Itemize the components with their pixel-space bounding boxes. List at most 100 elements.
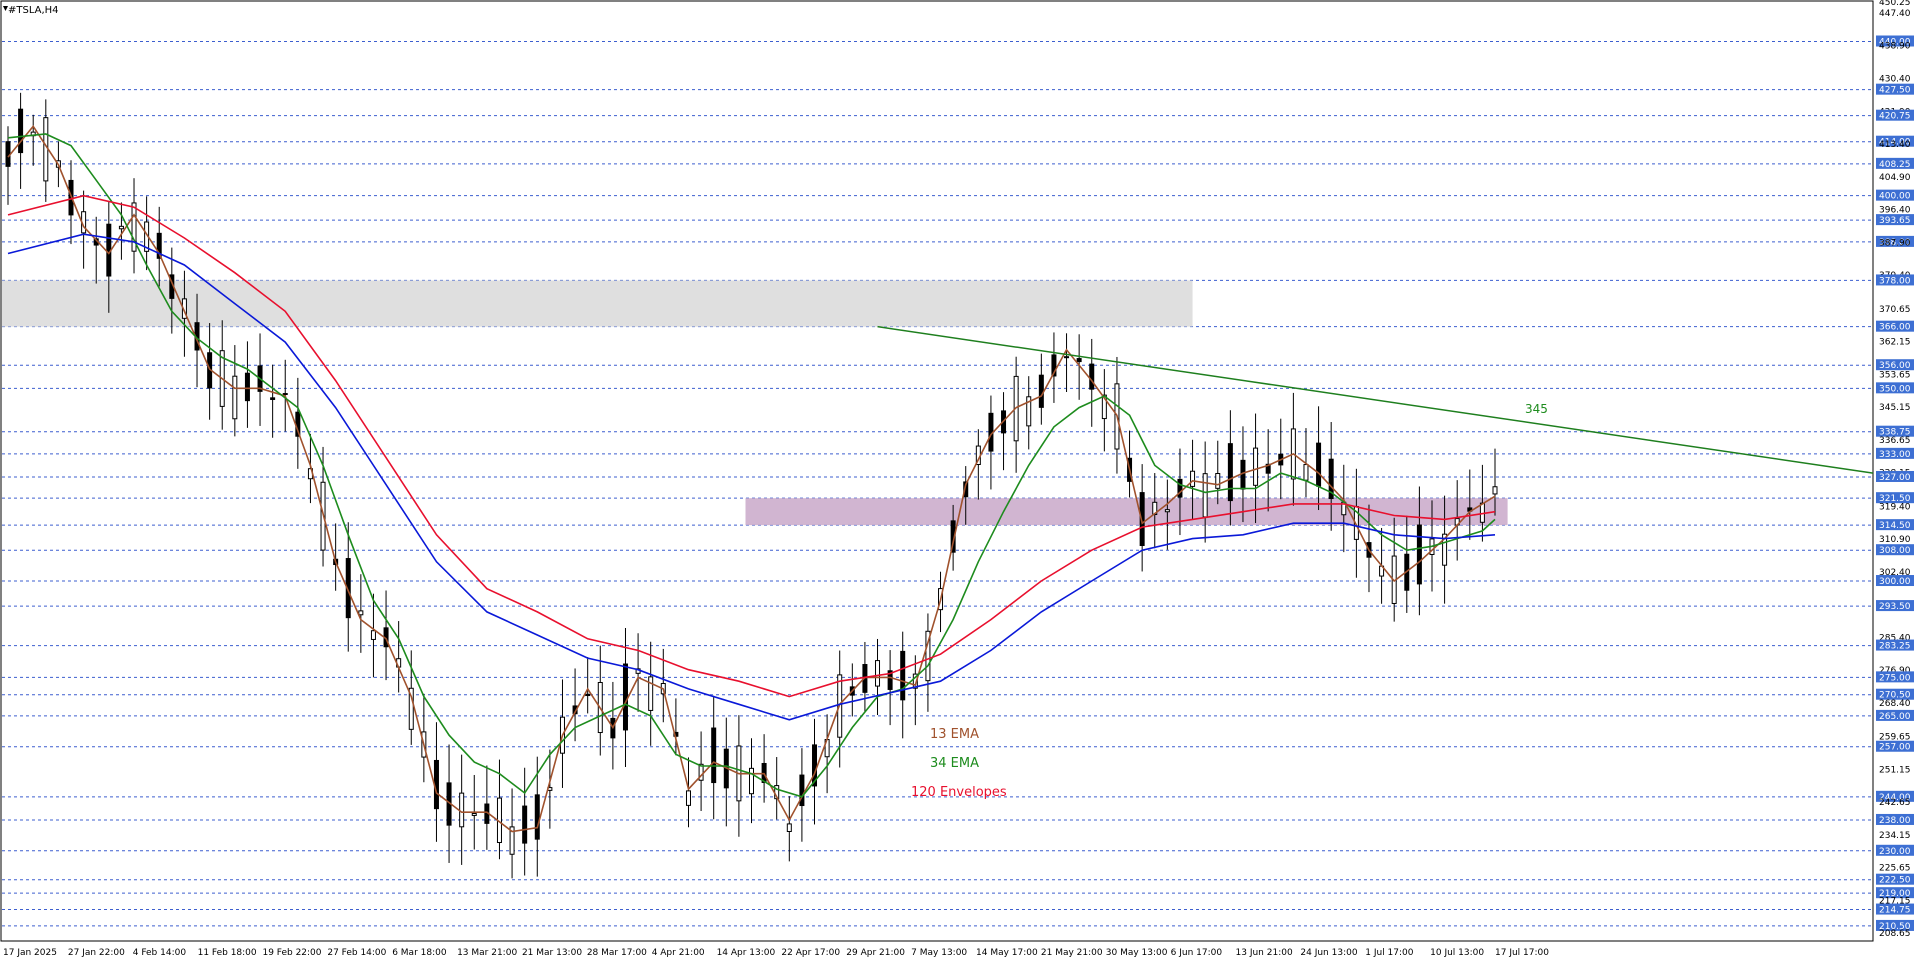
candle-body	[1215, 473, 1221, 489]
candle-body	[749, 767, 754, 795]
candle-body	[232, 375, 238, 420]
x-tick-label: 14 May 17:00	[976, 948, 1038, 958]
candle-body	[1202, 473, 1208, 518]
candle-body	[459, 792, 465, 828]
candle-body	[282, 393, 288, 396]
candle-body	[118, 225, 124, 230]
x-tick-label: 21 Mar 13:00	[522, 948, 582, 958]
y-tick-label: 404.90	[1879, 173, 1911, 183]
trendline-label: 345	[1525, 402, 1548, 416]
y-tick-label: 214.75	[1879, 906, 1911, 916]
candle-body	[1038, 374, 1044, 408]
x-tick-label: 13 Mar 21:00	[457, 948, 517, 958]
y-tick-label: 283.25	[1879, 642, 1911, 652]
y-tick-label: 230.00	[1879, 847, 1911, 857]
y-tick-label: 353.65	[1879, 370, 1911, 380]
support-zone	[745, 498, 1508, 526]
y-tick-label: 234.15	[1879, 831, 1911, 841]
x-tick-label: 14 Apr 13:00	[717, 948, 776, 958]
candle-body	[1416, 524, 1422, 585]
y-tick-label: 427.50	[1879, 86, 1911, 96]
candle-body	[43, 117, 49, 182]
candle-body	[1164, 509, 1170, 513]
x-tick-label: 27 Feb 14:00	[327, 948, 386, 958]
y-tick-label: 319.40	[1879, 502, 1911, 512]
candle-body	[786, 823, 792, 833]
candle-body	[534, 794, 540, 840]
x-tick-label: 7 May 13:00	[911, 948, 967, 958]
candle-body	[1492, 486, 1498, 495]
y-tick-label: 420.75	[1879, 112, 1911, 122]
x-tick-label: 22 Apr 17:00	[781, 948, 840, 958]
x-tick-label: 21 May 21:00	[1041, 948, 1103, 958]
window-title: #TSLA,H4	[8, 5, 59, 16]
y-tick-label: 447.40	[1879, 9, 1911, 19]
candle-body	[1303, 464, 1309, 481]
x-tick-label: 30 May 13:00	[1106, 948, 1168, 958]
x-tick-label: 6 Jun 17:00	[1171, 948, 1223, 958]
x-tick-label: 4 Apr 21:00	[652, 948, 705, 958]
y-tick-label: 387.90	[1879, 238, 1911, 248]
candle-body	[471, 813, 477, 816]
x-tick-label: 29 Apr 21:00	[846, 948, 905, 958]
y-tick-label: 336.65	[1879, 436, 1911, 446]
y-tick-label: 308.00	[1879, 546, 1911, 556]
x-tick-label: 11 Feb 18:00	[198, 948, 257, 958]
candle-body	[622, 663, 628, 731]
y-tick-label: 350.00	[1879, 384, 1911, 394]
x-tick-label: 17 Jul 17:00	[1495, 948, 1549, 958]
candle-body	[1076, 358, 1082, 363]
x-tick-label: 6 Mar 18:00	[392, 948, 447, 958]
candle-body	[244, 372, 250, 402]
x-tick-label: 28 Mar 17:00	[587, 948, 647, 958]
ma-line-2	[7, 194, 1496, 698]
candle-body	[1064, 356, 1070, 359]
candle-body	[1316, 442, 1322, 487]
y-tick-label: 366.00	[1879, 323, 1911, 333]
legend-120envelopes: 120 Envelopes	[911, 785, 1007, 800]
candle-body	[875, 660, 881, 687]
y-tick-label: 370.65	[1879, 305, 1911, 315]
y-tick-label: 300.00	[1879, 577, 1911, 587]
x-tick-label: 1 Jul 17:00	[1365, 948, 1414, 958]
y-tick-label: 242.65	[1879, 798, 1911, 808]
y-tick-label: 430.40	[1879, 74, 1911, 84]
candle-body	[685, 790, 691, 806]
y-tick-label: 310.90	[1879, 535, 1911, 545]
candle-body	[18, 108, 24, 154]
x-tick-label: 17 Jan 2025	[3, 948, 57, 958]
candle-body	[358, 610, 364, 616]
candle-body	[1089, 363, 1095, 390]
candle-body	[585, 693, 591, 697]
y-tick-label: 268.40	[1879, 699, 1911, 709]
y-tick-label: 396.40	[1879, 206, 1911, 216]
y-tick-label: 333.00	[1879, 450, 1911, 460]
y-tick-label: 265.00	[1879, 712, 1911, 722]
x-tick-label: 10 Jul 13:00	[1430, 948, 1484, 958]
candle-body	[522, 805, 528, 844]
y-tick-label: 327.00	[1879, 473, 1911, 483]
y-tick-label: 378.00	[1879, 276, 1911, 286]
legend-34ema: 34 EMA	[930, 756, 979, 771]
y-tick-label: 225.65	[1879, 864, 1911, 874]
chart-window: 450.25447.40440.00438.90430.40427.50421.…	[0, 0, 1916, 963]
y-tick-label: 413.40	[1879, 140, 1911, 150]
candle-body	[1253, 447, 1259, 486]
y-tick-label: 222.50	[1879, 876, 1911, 886]
y-tick-label: 400.00	[1879, 192, 1911, 202]
candlestick-chart[interactable]: 450.25447.40440.00438.90430.40427.50421.…	[0, 0, 1916, 963]
x-tick-label: 4 Feb 14:00	[133, 948, 187, 958]
y-tick-label: 362.15	[1879, 338, 1911, 348]
candle-body	[711, 727, 717, 784]
y-tick-label: 408.25	[1879, 160, 1911, 170]
y-tick-label: 275.00	[1879, 673, 1911, 683]
x-tick-label: 19 Feb 22:00	[262, 948, 321, 958]
candle-body	[5, 141, 11, 167]
candle-body	[370, 630, 376, 640]
x-tick-label: 24 Jun 13:00	[1300, 948, 1357, 958]
candle-body	[1227, 443, 1233, 502]
y-tick-label: 314.50	[1879, 521, 1911, 531]
y-tick-label: 251.15	[1879, 765, 1911, 775]
y-tick-label: 393.65	[1879, 216, 1911, 226]
x-tick-label: 27 Jan 22:00	[68, 948, 125, 958]
